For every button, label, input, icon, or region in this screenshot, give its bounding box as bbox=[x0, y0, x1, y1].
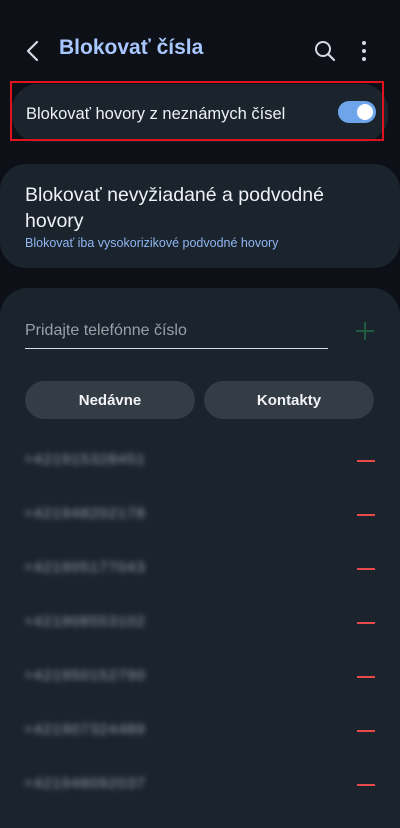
blocked-number-row: +421948202178 bbox=[0, 490, 400, 544]
spam-calls-title: Blokovať nevyžiadané a podvodné hovory bbox=[25, 184, 324, 232]
remove-number-button[interactable] bbox=[356, 778, 376, 792]
blocked-number-row: +421915328451 bbox=[0, 436, 400, 490]
more-options-button[interactable] bbox=[354, 38, 374, 64]
blocked-number: +421907324489 bbox=[24, 721, 146, 738]
spam-calls-card[interactable]: Blokovať nevyžiadané a podvodné hovory bbox=[0, 164, 400, 268]
remove-number-button[interactable] bbox=[356, 562, 376, 576]
blocked-number-row: +421950152790 bbox=[0, 652, 400, 706]
blocked-number: +421948202178 bbox=[24, 505, 146, 522]
back-button[interactable] bbox=[20, 38, 44, 64]
blocked-number: +421950152790 bbox=[24, 667, 146, 684]
phone-number-input[interactable] bbox=[25, 320, 328, 342]
search-button[interactable] bbox=[312, 38, 338, 64]
blocked-number-row: +421907324489 bbox=[0, 706, 400, 760]
remove-number-button[interactable] bbox=[356, 616, 376, 630]
plus-icon bbox=[356, 322, 374, 340]
blocked-number: +421908553102 bbox=[24, 613, 146, 630]
highlight-box bbox=[10, 81, 384, 141]
blocked-number-row: +421948092037 bbox=[0, 760, 400, 814]
contacts-button[interactable]: Kontakty bbox=[204, 381, 374, 419]
blocked-number-row: +421908553102 bbox=[0, 598, 400, 652]
blocked-number: +421948092037 bbox=[24, 775, 146, 792]
remove-number-button[interactable] bbox=[356, 508, 376, 522]
remove-number-button[interactable] bbox=[356, 724, 376, 738]
chevron-left-icon bbox=[26, 40, 39, 62]
page-title: Blokovať čísla bbox=[59, 36, 204, 59]
remove-number-button[interactable] bbox=[356, 670, 376, 684]
add-number-button[interactable] bbox=[354, 320, 376, 342]
remove-number-button[interactable] bbox=[356, 454, 376, 468]
search-icon bbox=[315, 41, 336, 62]
blocked-number-row: +421905177043 bbox=[0, 544, 400, 598]
spam-calls-subtitle: Blokovať iba vysokorizikové podvodné hov… bbox=[25, 236, 279, 250]
more-vert-icon bbox=[362, 41, 366, 61]
phone-input-wrap bbox=[25, 320, 328, 349]
blocked-number: +421915328451 bbox=[24, 451, 146, 468]
recent-button[interactable]: Nedávne bbox=[25, 381, 195, 419]
blocked-number: +421905177043 bbox=[24, 559, 146, 576]
